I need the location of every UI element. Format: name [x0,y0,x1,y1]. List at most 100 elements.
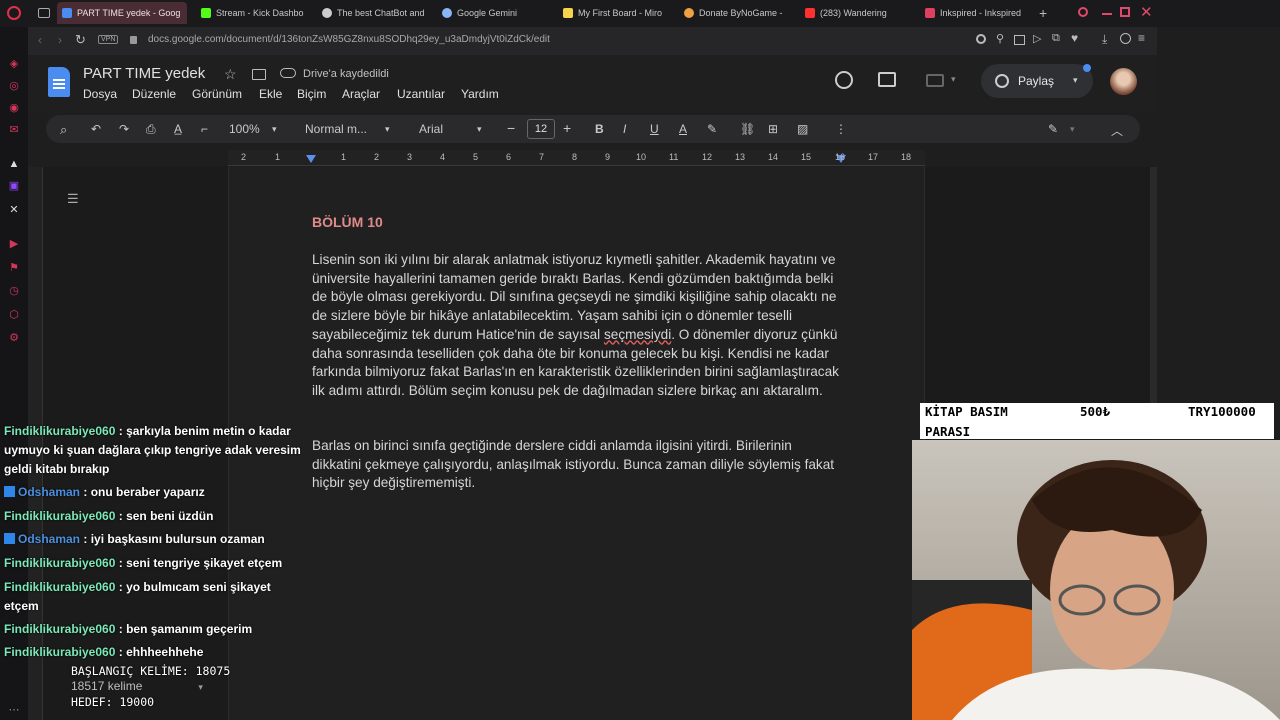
print-icon[interactable]: ⎙ [146,122,156,137]
minimize-icon[interactable] [1102,13,1112,15]
url-field[interactable]: docs.google.com/document/d/136tonZsW85GZ… [148,34,550,45]
vpn-badge[interactable]: VPN [98,35,119,44]
editing-mode-icon[interactable]: ✎ [1048,122,1058,136]
maximize-icon[interactable] [1120,7,1130,17]
increase-font-icon[interactable]: + [563,120,571,136]
underline-icon[interactable]: U [650,122,659,136]
tab-miro[interactable]: My First Board - Miro [558,2,668,24]
paragraph-2[interactable]: Barlas on birinci sınıfa geçtiğinde ders… [312,437,842,493]
close-window-icon[interactable]: ✕ [1140,3,1153,21]
wallet-icon[interactable]: ◎ [8,80,20,92]
extensions-sidebar-icon[interactable]: ⬡ [8,309,20,321]
ruler-number: 10 [636,152,647,162]
back-icon[interactable]: ‹ [38,33,42,47]
meet-icon[interactable] [926,74,944,87]
zoom-select[interactable]: 100% [229,122,260,136]
menu-help[interactable]: Yardım [461,87,499,101]
tab-youtube[interactable]: (283) Wandering [800,2,910,24]
messenger-icon[interactable]: ◈ [8,58,20,70]
star-icon[interactable]: ☆ [224,66,237,83]
x-icon[interactable]: ✕ [8,204,20,216]
word-count-dropdown-icon[interactable]: ▾ [198,682,203,692]
heart-icon[interactable]: ♥ [1071,31,1078,45]
share-button[interactable]: Paylaş ▾ [981,64,1093,98]
font-select[interactable]: Arial [419,122,443,136]
menu-format[interactable]: Biçim [297,87,326,101]
style-select[interactable]: Normal m... [305,122,367,136]
zoom-icon[interactable] [976,34,986,44]
avatar[interactable] [1110,68,1137,95]
chapter-heading[interactable]: BÖLÜM 10 [312,214,383,230]
download-icon[interactable]: ⤓ [1102,32,1107,47]
tab-chatbot[interactable]: The best ChatBot and [317,2,427,24]
highlight-icon[interactable]: ✎ [707,122,717,136]
insert-link-icon[interactable]: ⛓ [740,122,755,136]
font-size-input[interactable]: 12 [527,119,555,139]
menu-file[interactable]: Dosya [83,87,117,101]
menu-icon[interactable]: ≡ [1138,31,1145,45]
more-options-icon[interactable]: ⋮ [835,122,847,136]
font-dropdown-icon[interactable]: ▾ [477,124,482,135]
undo-icon[interactable]: ↶ [91,122,101,136]
menu-view[interactable]: Görünüm [192,87,242,101]
decrease-font-icon[interactable]: − [507,120,515,136]
editing-mode-dropdown-icon[interactable]: ▾ [1070,124,1075,135]
paragraph-1[interactable]: Lisenin son iki yılını bir alarak anlatm… [312,251,842,401]
tab-inkspired[interactable]: Inkspired - Inkspired [920,2,1025,24]
search-tabs-icon[interactable] [1078,7,1088,17]
document-scrollbar[interactable] [1150,167,1157,403]
play-icon[interactable]: ▷ [1033,32,1041,45]
mail-icon[interactable]: ✉ [8,124,20,136]
left-indent-marker[interactable] [306,155,316,163]
reload-icon[interactable]: ↻ [75,32,86,48]
settings-icon[interactable]: ⚙ [8,332,20,344]
forward-icon[interactable]: › [58,33,62,47]
redo-icon[interactable]: ↷ [119,122,129,136]
tab-docs[interactable]: PART TIME yedek - Goog [57,2,187,24]
aria-icon[interactable]: ▲ [8,158,20,170]
outline-icon[interactable]: ☰ [67,191,79,207]
player-icon[interactable]: ▶ [8,238,20,250]
ruler-number: 18 [901,152,912,162]
profile-icon[interactable] [1120,33,1131,44]
paint-format-icon[interactable]: ⌐ [201,122,208,136]
spellcheck-icon[interactable]: A̲ [174,122,182,136]
insert-image-icon[interactable]: ▨ [797,122,808,136]
search-menus-icon[interactable]: ⌕ [60,122,67,138]
meet-dropdown-icon[interactable]: ▾ [951,74,956,85]
comments-icon[interactable] [878,72,896,87]
misspelled-word[interactable]: seçmesiydi [604,327,671,342]
docs-word-count[interactable]: 18517 kelime ▾ [71,679,203,693]
docs-logo-icon[interactable] [48,67,70,97]
twitch-icon[interactable]: ▣ [8,180,20,192]
pinboard-icon[interactable]: ⚑ [8,262,20,274]
text-color-icon[interactable]: A [679,122,687,136]
tab-gemini[interactable]: Google Gemini [437,2,547,24]
pin-icon[interactable]: ⚲ [996,32,1004,45]
document-title[interactable]: PART TIME yedek [83,65,205,82]
share-dropdown-icon[interactable]: ▾ [1073,75,1078,86]
menu-extensions[interactable]: Uzantılar [397,87,445,101]
style-dropdown-icon[interactable]: ▾ [385,124,390,135]
easy-setup-icon[interactable]: ⧉ [1052,32,1060,45]
tab-bynogame[interactable]: Donate ByNoGame - [679,2,789,24]
version-history-icon[interactable] [835,71,853,89]
whatsapp-icon[interactable]: ◉ [8,102,20,114]
sidebar-more-icon[interactable]: ⋯ [8,704,20,716]
history-icon[interactable]: ◷ [8,285,20,297]
zoom-dropdown-icon[interactable]: ▾ [272,124,277,135]
globe-icon [995,74,1009,88]
menu-insert[interactable]: Ekle [259,87,282,101]
add-comment-icon[interactable]: ⊞ [768,122,778,136]
snapshot-icon[interactable] [1014,35,1025,45]
opera-logo-icon[interactable] [7,6,21,20]
collapse-menu-icon[interactable]: ︿ [1111,122,1123,139]
bold-icon[interactable]: B [595,122,604,136]
menu-edit[interactable]: Düzenle [132,87,176,101]
move-folder-icon[interactable] [252,69,266,80]
menu-tools[interactable]: Araçlar [342,87,380,101]
tab-kick[interactable]: Stream - Kick Dashbo [196,2,306,24]
italic-icon[interactable]: I [623,122,626,136]
new-tab-button[interactable]: + [1039,5,1047,21]
workspaces-icon[interactable] [38,8,50,18]
